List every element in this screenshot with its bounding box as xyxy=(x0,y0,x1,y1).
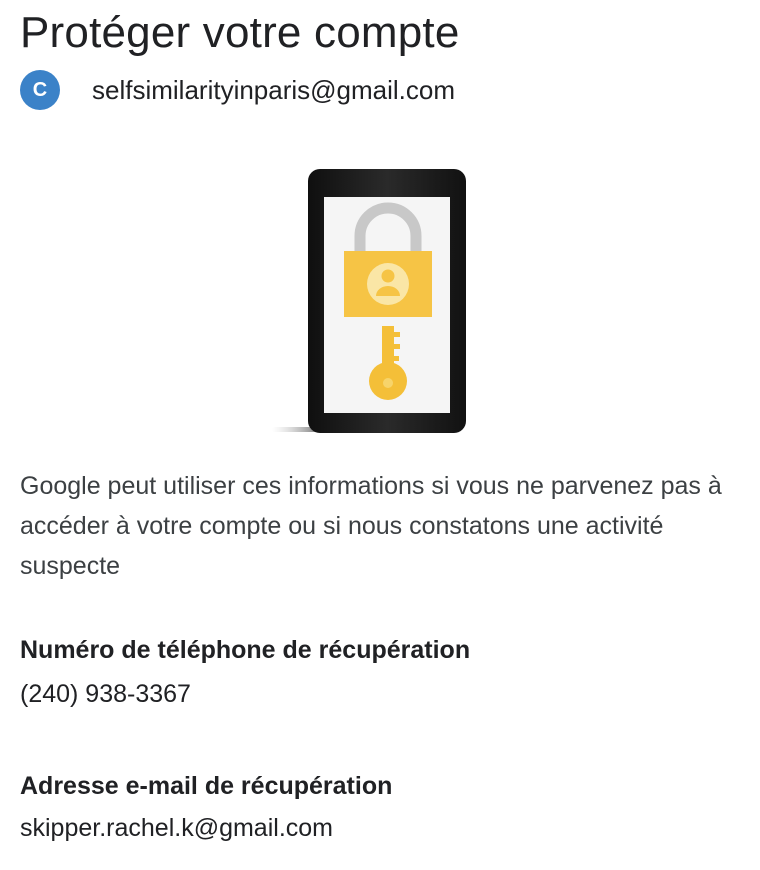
protect-account-page: Protéger votre compte C selfsimilarityin… xyxy=(0,0,760,870)
account-email: selfsimilarityinparis@gmail.com xyxy=(92,74,456,105)
description-text: Google peut utiliser ces informations si… xyxy=(20,472,722,580)
page-title: Protéger votre compte xyxy=(20,8,460,57)
lock-face xyxy=(367,263,409,305)
recovery-email-label: Adresse e-mail de récupération xyxy=(20,772,393,800)
recovery-phone-label: Numéro de téléphone de récupération xyxy=(20,636,471,664)
recovery-email-value: skipper.rachel.k@gmail.com xyxy=(20,814,333,842)
recovery-phone-value: (240) 938-3367 xyxy=(20,680,191,708)
account-chip: C selfsimilarityinparis@gmail.com xyxy=(20,70,455,110)
avatar: C xyxy=(20,70,60,110)
phone-lock-key-icon xyxy=(272,169,466,433)
phone-lock-key-illustration xyxy=(260,160,500,450)
